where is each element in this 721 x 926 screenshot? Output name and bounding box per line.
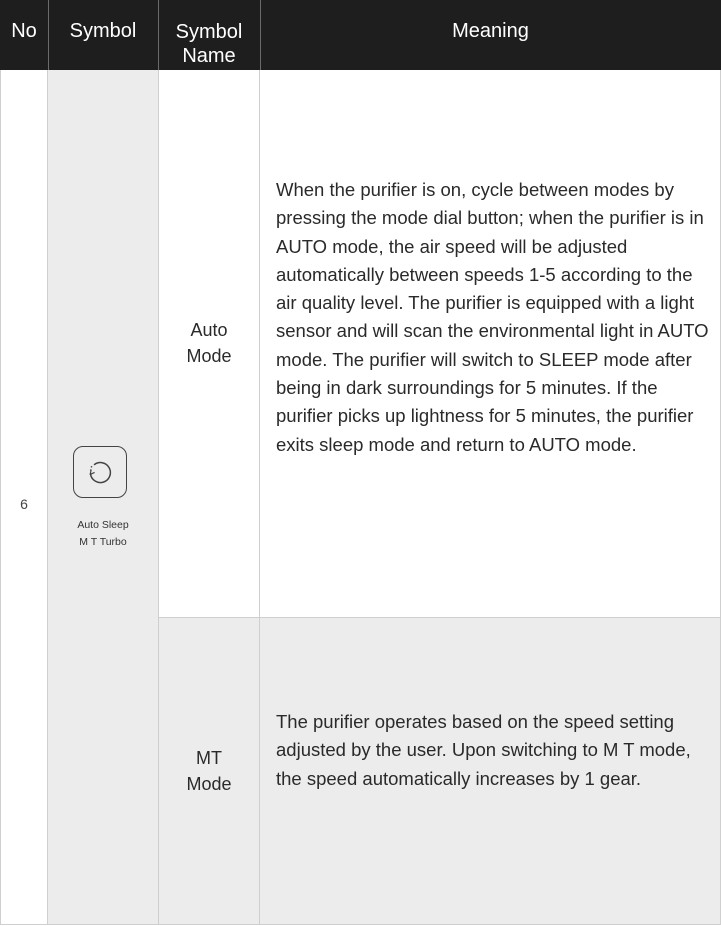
header-no: No [0, 0, 48, 70]
mt-mode-name-line2: Mode [186, 774, 232, 794]
symbol-table: No Symbol Symbol Name Meaning 6 Auto Sle… [0, 0, 721, 926]
header-meaning-label: Meaning [452, 20, 529, 42]
header-meaning: Meaning [260, 0, 721, 70]
mt-mode-meaning: The purifier operates based on the speed… [276, 711, 691, 789]
row-number: 6 [20, 496, 28, 512]
header-symbol-label: Symbol [69, 20, 137, 42]
auto-mode-name-line1: Auto [190, 320, 228, 340]
header-symbol-name: Symbol Name [158, 0, 260, 70]
auto-mode-name: Auto Mode [158, 317, 260, 369]
auto-mode-name-line2: Mode [186, 346, 232, 366]
header-no-label: No [11, 20, 37, 42]
symbol-labels-line2: M T Turbo [79, 536, 127, 548]
mode-dial-symbol [73, 446, 127, 498]
header-symbol: Symbol [48, 0, 158, 70]
header-divider [260, 0, 261, 70]
circular-arrow-icon [89, 461, 112, 484]
mt-mode-name-line1: MT [196, 748, 222, 768]
mt-mode-name: MT Mode [158, 745, 260, 797]
header-divider [48, 0, 49, 70]
auto-mode-meaning: When the purifier is on, cycle between m… [276, 179, 709, 455]
header-symbol-name-line2: Name [182, 45, 236, 67]
symbol-labels-line1: Auto Sleep [77, 519, 129, 531]
header-divider [158, 0, 159, 70]
header-symbol-name-line1: Symbol [175, 21, 243, 43]
